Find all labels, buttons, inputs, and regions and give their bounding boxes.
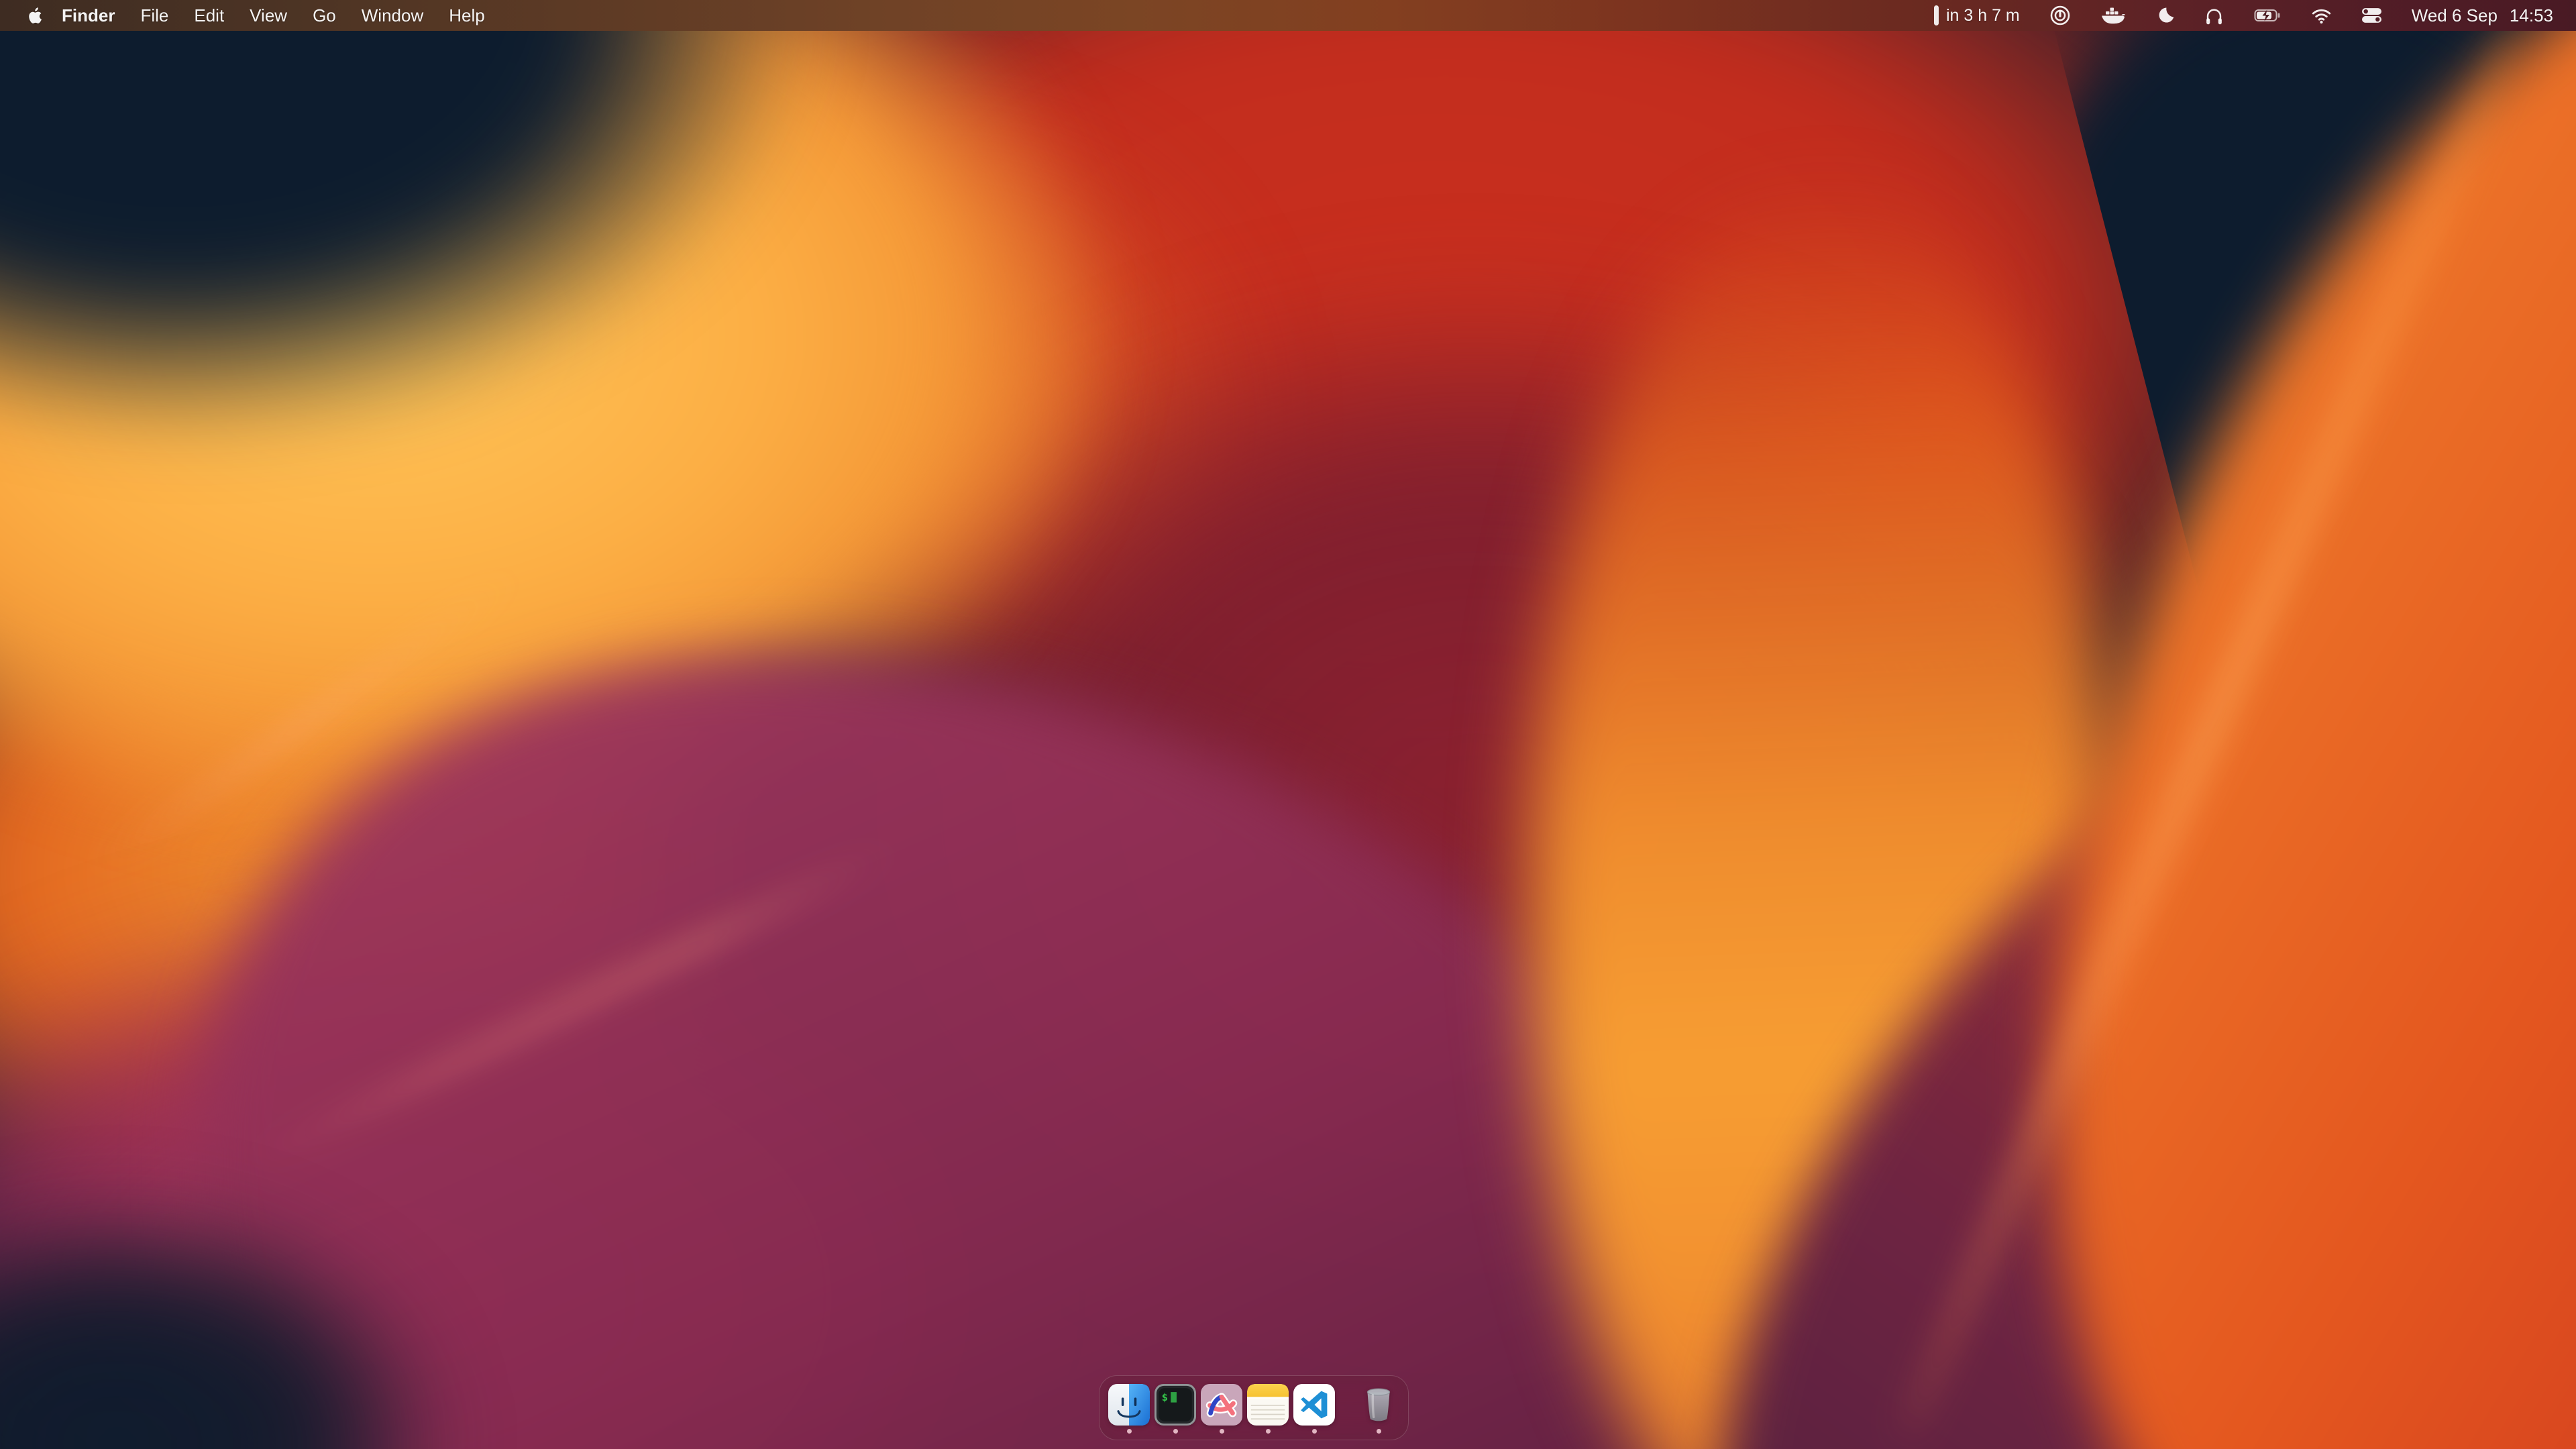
finder-icon (1108, 1384, 1150, 1426)
battery-menu-item[interactable] (2253, 6, 2282, 25)
terminal-icon: $ (1155, 1384, 1196, 1426)
clock-time: 14:53 (2510, 5, 2553, 26)
menu-bar: Finder File Edit View Go Window Help in … (0, 0, 2576, 31)
timer-status-item[interactable]: in 3 h 7 m (1934, 5, 2020, 25)
desktop-wallpaper (0, 0, 2576, 1449)
menu-item-edit[interactable]: Edit (181, 0, 237, 31)
control-center-menu-item[interactable] (2361, 7, 2382, 23)
dock-item-trash[interactable] (1358, 1384, 1399, 1434)
docker-whale-icon (2100, 6, 2126, 25)
menu-bar-status-area: in 3 h 7 m (1934, 0, 2576, 31)
menu-item-file[interactable]: File (127, 0, 181, 31)
menu-item-go[interactable]: Go (300, 0, 349, 31)
wifi-icon (2311, 7, 2332, 24)
apple-logo-icon (25, 6, 42, 25)
arc-browser-icon (1201, 1384, 1242, 1426)
focus-mode-menu-item[interactable] (2155, 6, 2175, 25)
battery-charging-icon (2253, 6, 2282, 25)
macos-desktop: { "menu_bar": { "items": ["Finder", "Fil… (0, 0, 2576, 1449)
clock-date: Wed 6 Sep (2412, 5, 2498, 26)
running-indicator-dot (1266, 1429, 1271, 1434)
menu-item-help[interactable]: Help (436, 0, 497, 31)
onepassword-icon (2049, 5, 2071, 26)
menu-item-finder[interactable]: Finder (49, 0, 127, 31)
headphones-icon (2204, 6, 2224, 25)
wifi-menu-item[interactable] (2311, 7, 2332, 24)
menu-bar-clock[interactable]: Wed 6 Sep 14:53 (2412, 5, 2553, 26)
running-indicator-dot (1312, 1429, 1317, 1434)
timer-text: in 3 h 7 m (1946, 6, 2020, 25)
dock-item-arc[interactable] (1201, 1384, 1242, 1434)
apple-menu-icon[interactable] (25, 5, 44, 25)
headphones-menu-item[interactable] (2204, 6, 2224, 25)
onepassword-menu-item[interactable] (2049, 5, 2071, 26)
running-indicator-dot (1127, 1429, 1132, 1434)
dock-item-vscode[interactable] (1293, 1384, 1335, 1434)
dock-item-notes[interactable] (1247, 1384, 1289, 1434)
notes-icon (1247, 1384, 1289, 1426)
running-indicator-dot (1377, 1429, 1381, 1434)
menu-item-view[interactable]: View (237, 0, 300, 31)
dock-item-finder[interactable] (1108, 1384, 1150, 1434)
vscode-icon (1293, 1384, 1335, 1426)
moon-icon (2155, 6, 2175, 25)
timer-bar-icon (1934, 5, 1939, 25)
dock: $ (1099, 1375, 1409, 1440)
dock-item-terminal[interactable]: $ (1155, 1384, 1196, 1434)
running-indicator-dot (1220, 1429, 1224, 1434)
running-indicator-dot (1173, 1429, 1178, 1434)
menu-item-window[interactable]: Window (349, 0, 436, 31)
docker-menu-item[interactable] (2100, 6, 2126, 25)
trash-icon (1358, 1384, 1399, 1426)
control-center-icon (2361, 7, 2382, 23)
menu-bar-left: Finder File Edit View Go Window Help (0, 0, 498, 31)
svg-text:$: $ (1162, 1391, 1168, 1403)
